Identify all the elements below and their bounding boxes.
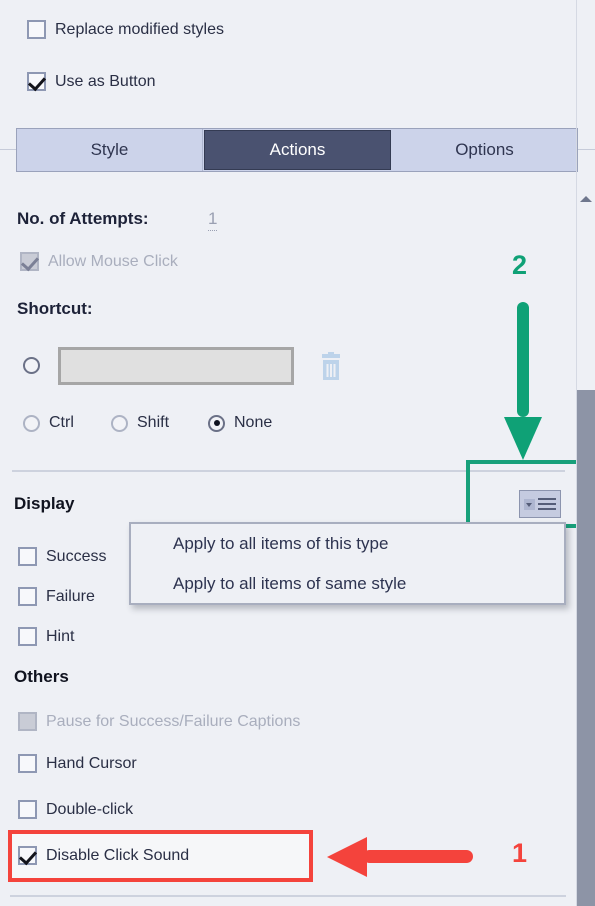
annotation-arrow-left-red [327,837,473,877]
double-click-label: Double-click [46,800,134,818]
list-lines-icon [538,497,556,511]
checkbox-row-hand-cursor[interactable]: Hand Cursor [18,754,137,773]
hand-cursor-label: Hand Cursor [46,754,137,772]
pause-for-captions-label: Pause for Success/Failure Captions [46,712,301,730]
apply-to-all-button[interactable] [519,490,561,518]
chevron-down-icon [524,498,535,510]
tab-actions[interactable]: Actions [204,130,391,170]
pause-for-captions-checkbox [18,712,37,731]
hint-checkbox[interactable] [18,627,37,646]
tabbar-rule-left [0,149,16,150]
annotation-arrow-down-green [504,302,542,460]
checkbox-row-replace-modified-styles[interactable]: Replace modified styles [27,20,224,39]
annotation-number-1: 1 [512,838,528,868]
checkbox-row-disable-click-sound[interactable]: Disable Click Sound [18,846,189,865]
disable-click-sound-label: Disable Click Sound [46,846,190,864]
actions-panel: Replace modified styles Use as Button St… [0,0,595,906]
tab-style[interactable]: Style [17,129,203,171]
ctrl-radio[interactable] [23,414,40,432]
annotation-number-2: 2 [512,250,528,280]
attempts-label: No. of Attempts: [17,209,149,228]
attempts-input[interactable]: 1 [208,209,218,231]
success-checkbox[interactable] [18,547,37,566]
modifier-radio-ctrl[interactable]: Ctrl [23,414,74,432]
shortcut-enable-radio[interactable] [23,357,40,374]
checkbox-row-hint[interactable]: Hint [18,627,74,646]
menu-item-apply-same-style[interactable]: Apply to all items of same style [131,564,564,604]
checkbox-row-use-as-button[interactable]: Use as Button [27,72,156,91]
checkbox-row-double-click[interactable]: Double-click [18,800,133,819]
display-section-divider [12,470,565,472]
checkbox-row-success[interactable]: Success [18,547,106,566]
failure-label: Failure [46,587,95,605]
ctrl-label: Ctrl [49,414,74,431]
allow-mouse-click-checkbox [20,252,39,271]
shortcut-radio-wrap[interactable] [23,357,40,374]
tab-options[interactable]: Options [392,129,577,171]
shift-label: Shift [137,414,170,431]
replace-modified-styles-checkbox[interactable] [27,20,46,39]
shift-radio[interactable] [111,414,128,432]
allow-mouse-click-label: Allow Mouse Click [48,252,178,270]
failure-checkbox[interactable] [18,587,37,606]
success-label: Success [46,547,107,565]
shortcut-input[interactable] [58,347,294,385]
checkbox-row-pause-captions: Pause for Success/Failure Captions [18,712,300,731]
tabbar-rule-right [578,149,595,150]
use-as-button-checkbox[interactable] [27,72,46,91]
hand-cursor-checkbox[interactable] [18,754,37,773]
trash-icon[interactable] [318,352,344,382]
tab-bar: Style Actions Options [16,128,578,172]
modifier-radio-none[interactable]: None [208,414,272,432]
menu-item-apply-this-type[interactable]: Apply to all items of this type [131,524,564,564]
none-label: None [234,414,273,431]
apply-to-all-context-menu: Apply to all items of this type Apply to… [129,522,566,605]
checkbox-row-failure[interactable]: Failure [18,587,95,606]
hint-label: Hint [46,627,75,645]
vertical-scrollbar-thumb[interactable] [577,390,595,906]
shortcut-label: Shortcut: [17,299,93,318]
modifier-radio-shift[interactable]: Shift [111,414,169,432]
double-click-checkbox[interactable] [18,800,37,819]
scroll-up-arrow-icon[interactable] [580,196,592,202]
none-radio[interactable] [208,414,225,432]
bottom-divider [10,895,566,897]
disable-click-sound-checkbox[interactable] [18,846,37,865]
others-heading: Others [14,667,69,686]
use-as-button-label: Use as Button [55,72,156,90]
checkbox-row-allow-mouse-click: Allow Mouse Click [20,252,178,271]
display-heading: Display [14,494,75,513]
replace-modified-styles-label: Replace modified styles [55,20,224,38]
